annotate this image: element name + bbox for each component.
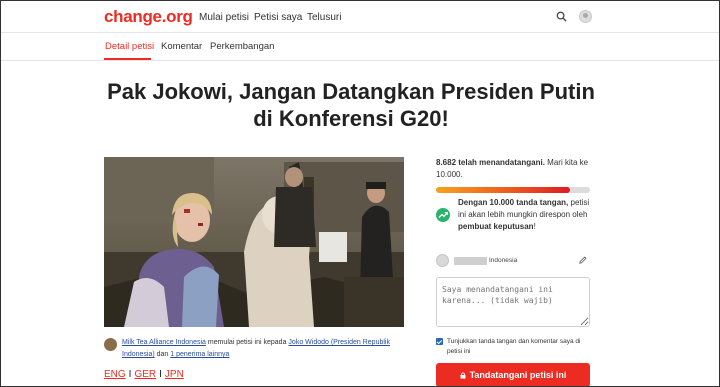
comment-textarea[interactable] <box>436 277 590 327</box>
signature-progress-bar <box>436 187 590 193</box>
signer-info: Indonesia <box>436 254 590 268</box>
lang-eng-link[interactable]: ENG <box>104 369 126 380</box>
goal-message-bold: Dengan 10.000 tanda tangan, <box>458 198 569 207</box>
signature-count: 8.682 telah menandatangani. Mari kita ke… <box>436 157 596 181</box>
top-navigation-bar: change.org Mulai petisi Petisi saya Telu… <box>1 1 719 33</box>
nav-start-petition[interactable]: Mulai petisi <box>199 12 249 23</box>
goal-message-bold-2: pembuat keputusan <box>458 222 534 231</box>
show-signature-label: Tunjukkan tanda tangan dan komentar saya… <box>447 338 581 355</box>
nav-my-petitions[interactable]: Petisi saya <box>254 12 302 23</box>
lang-separator: I <box>159 369 162 380</box>
starter-avatar[interactable] <box>104 338 117 351</box>
signature-count-value: 8.682 telah menandatangani. <box>436 158 545 167</box>
lock-icon <box>460 372 466 379</box>
show-signature-checkbox[interactable] <box>436 338 443 345</box>
and-text: dan <box>154 351 171 358</box>
page-frame: change.org Mulai petisi Petisi saya Telu… <box>0 0 720 387</box>
lang-ger-link[interactable]: GER <box>134 369 156 380</box>
sign-petition-button[interactable]: Tandatangani petisi ini <box>436 363 590 386</box>
lang-jpn-link[interactable]: JPN <box>165 369 184 380</box>
starter-name-link[interactable]: Milk Tea Alliance Indonesia <box>122 339 206 346</box>
progress-fill <box>436 187 570 193</box>
lang-separator: I <box>128 369 132 380</box>
starter-middle-text: memulai petisi ini kepada <box>205 339 289 346</box>
tab-comments[interactable]: Komentar <box>161 41 202 52</box>
sign-petition-label: Tandatangani petisi ini <box>469 370 567 380</box>
user-avatar[interactable] <box>579 10 592 23</box>
trending-up-icon <box>436 208 450 222</box>
tab-updates[interactable]: Perkembangan <box>210 41 274 52</box>
tab-petition-details[interactable]: Detail petisi <box>105 41 154 52</box>
petition-title: Pak Jokowi, Jangan Datangkan Presiden Pu… <box>107 79 595 131</box>
starter-text: Milk Tea Alliance Indonesia memulai peti… <box>122 337 404 361</box>
search-icon[interactable] <box>556 11 567 22</box>
language-links: ENG I GER I JPN <box>104 369 184 380</box>
petition-tabs: Detail petisi Komentar Perkembangan <box>1 33 719 61</box>
nav-browse[interactable]: Telusuri <box>307 12 341 23</box>
signer-country: Indonesia <box>489 257 518 264</box>
active-tab-underline <box>104 58 151 60</box>
petition-photo[interactable] <box>104 157 404 327</box>
other-recipients-link[interactable]: 1 penerima lainnya <box>170 351 229 358</box>
signer-avatar <box>436 254 449 267</box>
pencil-icon[interactable] <box>579 256 587 264</box>
goal-message: Dengan 10.000 tanda tangan, petisi ini a… <box>458 197 596 233</box>
change-org-logo[interactable]: change.org <box>104 7 193 27</box>
goal-message-end: ! <box>533 222 536 231</box>
signer-name-redacted <box>454 257 487 265</box>
